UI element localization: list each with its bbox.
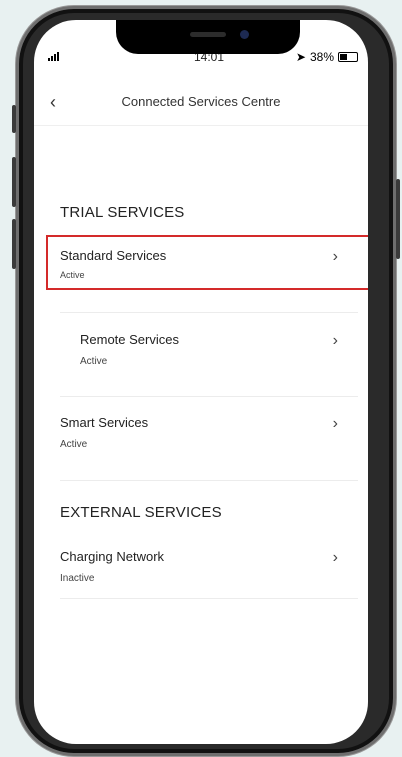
app-screen: 14:01 ➤ 38% ‹ Connected Services Centre … <box>34 20 368 744</box>
list-item-label: Charging Network <box>60 549 165 564</box>
volume-down-button <box>12 219 16 269</box>
divider <box>60 396 358 397</box>
notch <box>116 20 300 54</box>
chevron-right-icon: › <box>332 549 338 566</box>
navigation-bar: ‹ Connected Services Centre <box>34 92 368 126</box>
volume-up-button <box>12 157 16 207</box>
list-item-remote-services[interactable]: Remote Services Active › <box>80 332 344 367</box>
list-item-status: Inactive <box>60 573 95 584</box>
battery-percent: 38% <box>309 50 334 64</box>
list-item-label: Remote Services <box>80 332 179 347</box>
chevron-right-icon: › <box>332 332 338 349</box>
trial-services-heading: TRIAL SERVICES <box>60 204 185 221</box>
external-services-heading: EXTERNAL SERVICES <box>60 504 222 521</box>
front-camera <box>240 30 249 39</box>
signal-icon <box>48 52 59 61</box>
list-item-smart-services[interactable]: Smart Services Active › <box>60 415 344 450</box>
speaker-grille <box>190 32 226 37</box>
list-item-charging-network[interactable]: Charging Network Inactive › <box>60 549 344 584</box>
divider <box>60 312 358 313</box>
chevron-right-icon: › <box>332 415 338 432</box>
location-arrow-icon: ➤ <box>295 50 306 64</box>
divider <box>60 480 358 481</box>
divider <box>60 598 358 599</box>
list-item-status: Active <box>60 439 88 450</box>
mute-switch <box>12 105 16 133</box>
list-item-status: Active <box>80 356 108 367</box>
page-title: Connected Services Centre <box>121 94 281 109</box>
highlight-box <box>46 235 368 290</box>
battery-icon <box>338 52 358 62</box>
list-item-label: Smart Services <box>60 415 149 430</box>
power-button <box>396 179 400 259</box>
status-right: ➤ 38% <box>296 50 358 64</box>
